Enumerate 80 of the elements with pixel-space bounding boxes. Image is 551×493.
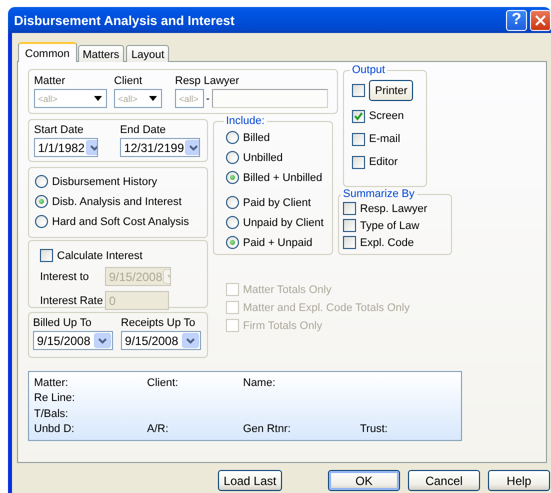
checkbox[interactable] xyxy=(352,84,365,97)
checkbox-label: Matter Totals Only xyxy=(243,284,332,296)
caret-icon xyxy=(185,140,199,155)
help-button[interactable]: ? xyxy=(506,10,527,30)
radio-label: Disb. Analysis and Interest xyxy=(52,196,182,208)
radio-button[interactable] xyxy=(226,131,239,144)
checkbox-label: Calculate Interest xyxy=(57,250,143,262)
field-label: Interest to xyxy=(40,270,90,282)
dialog-button[interactable]: Help xyxy=(488,470,550,491)
info-label: Name: xyxy=(243,376,276,389)
info-label: Trust: xyxy=(360,423,389,436)
radio-button[interactable] xyxy=(226,171,239,184)
radio-label: Billed xyxy=(243,132,270,144)
radio-label: Unpaid by Client xyxy=(243,216,324,228)
checkbox-label: Resp. Lawyer xyxy=(360,202,428,214)
dialog-button[interactable]: OK xyxy=(328,470,400,491)
radio-button[interactable] xyxy=(226,196,239,209)
input-field[interactable] xyxy=(212,89,328,108)
checkbox[interactable] xyxy=(352,156,365,168)
radio-label: Paid + Unpaid xyxy=(243,236,312,248)
radio-button[interactable] xyxy=(35,215,48,228)
group-title: Summarize By xyxy=(342,188,416,200)
radio-label: Billed + Unbilled xyxy=(243,172,322,184)
radio-label: Unbilled xyxy=(243,152,283,164)
info-label: Matter: xyxy=(34,376,70,389)
close-icon xyxy=(535,14,546,26)
output-button[interactable]: Printer xyxy=(369,80,414,101)
checkbox-label: Screen xyxy=(369,110,404,122)
radio-button[interactable] xyxy=(35,195,48,208)
checkbox[interactable] xyxy=(352,110,365,122)
checkbox-label: Matter and Expl. Code Totals Only xyxy=(243,302,410,314)
info-label: Client: xyxy=(147,376,180,389)
field-label: Client xyxy=(114,75,144,88)
radio-button[interactable] xyxy=(35,175,48,188)
info-label: Unbd D: xyxy=(34,423,76,436)
close-button[interactable] xyxy=(530,10,551,30)
checkbox[interactable] xyxy=(352,132,365,146)
checkbox-label: Firm Totals Only xyxy=(243,320,322,332)
tab[interactable]: Matters xyxy=(78,45,124,62)
radio-button[interactable] xyxy=(226,216,239,229)
caret-icon xyxy=(94,96,102,101)
radio-label: Paid by Client xyxy=(243,196,311,208)
checkbox-label: Editor xyxy=(369,156,398,168)
caret-icon xyxy=(182,333,199,348)
field-label: Matter xyxy=(34,75,66,88)
field-label: Billed Up To xyxy=(33,317,92,330)
checkbox[interactable] xyxy=(343,219,356,232)
tab[interactable]: Layout xyxy=(126,45,170,62)
info-label: Gen Rtnr: xyxy=(243,423,292,436)
info-label: Re Line: xyxy=(34,392,76,404)
dialog-button[interactable]: Cancel xyxy=(408,470,480,491)
checkbox[interactable] xyxy=(40,249,53,262)
tab[interactable]: Common xyxy=(18,42,77,62)
checkbox[interactable] xyxy=(343,236,356,249)
date-dropdown[interactable]: 9/15/2008 xyxy=(33,331,113,350)
date-dropdown[interactable]: 9/15/2008 xyxy=(120,331,201,350)
group-title: Output xyxy=(351,64,386,76)
field-label: End Date xyxy=(120,124,167,137)
field-label: Start Date xyxy=(34,124,85,137)
caret-icon xyxy=(94,333,111,348)
field-label: Receipts Up To xyxy=(120,317,196,330)
separator-label: - xyxy=(206,92,210,104)
checkbox-label: Expl. Code xyxy=(360,236,414,248)
checkbox-label: Type of Law xyxy=(360,220,420,232)
checkbox[interactable] xyxy=(343,202,356,215)
radio-button[interactable] xyxy=(226,151,239,164)
radio-button[interactable] xyxy=(226,236,239,249)
window-title: Disbursement Analysis and Interest xyxy=(14,12,236,28)
dialog-button[interactable]: Load Last xyxy=(218,470,282,491)
caret-icon xyxy=(149,96,157,101)
field-label: Resp Lawyer xyxy=(175,75,240,88)
group-title: Include: xyxy=(225,115,266,127)
info-label: A/R: xyxy=(147,423,170,436)
info-label: T/Bals: xyxy=(34,408,70,420)
date-dropdown[interactable]: 12/31/2199 xyxy=(120,138,200,157)
radio-label: Disbursement History xyxy=(52,176,158,188)
checkbox-label: E-mail xyxy=(369,133,400,145)
date-dropdown[interactable]: 1/1/1982 xyxy=(34,138,98,157)
radio-label: Hard and Soft Cost Analysis xyxy=(52,216,189,228)
field-label: Interest Rate xyxy=(40,294,104,306)
